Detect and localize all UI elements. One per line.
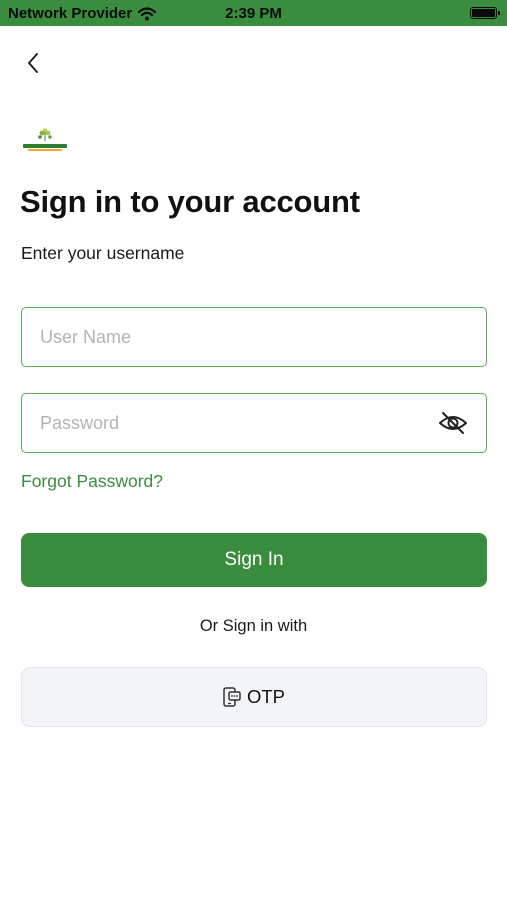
status-time: 2:39 PM [225,5,282,22]
alt-signin-label: Or Sign in with [199,617,308,635]
phone-otp-icon [223,687,241,707]
chevron-left-icon [28,53,38,73]
page-title: Sign in to your account [20,184,360,219]
page-subtitle: Enter your username [21,243,185,263]
status-bar: Network Provider 2:39 PM [0,0,507,26]
password-field[interactable] [21,393,487,453]
eye-off-icon[interactable] [438,410,468,436]
sign-in-label: Sign In [224,549,284,570]
battery-icon [470,7,500,19]
username-input[interactable] [22,308,486,366]
password-input[interactable] [22,394,486,452]
otp-button[interactable]: OTP [21,667,487,727]
brand-logo [23,128,67,151]
username-field[interactable] [21,307,487,367]
otp-label: OTP [246,686,286,707]
sign-in-button[interactable]: Sign In [21,533,487,587]
back-button[interactable] [20,48,46,78]
forgot-password-link[interactable]: Forgot Password? [21,471,163,492]
